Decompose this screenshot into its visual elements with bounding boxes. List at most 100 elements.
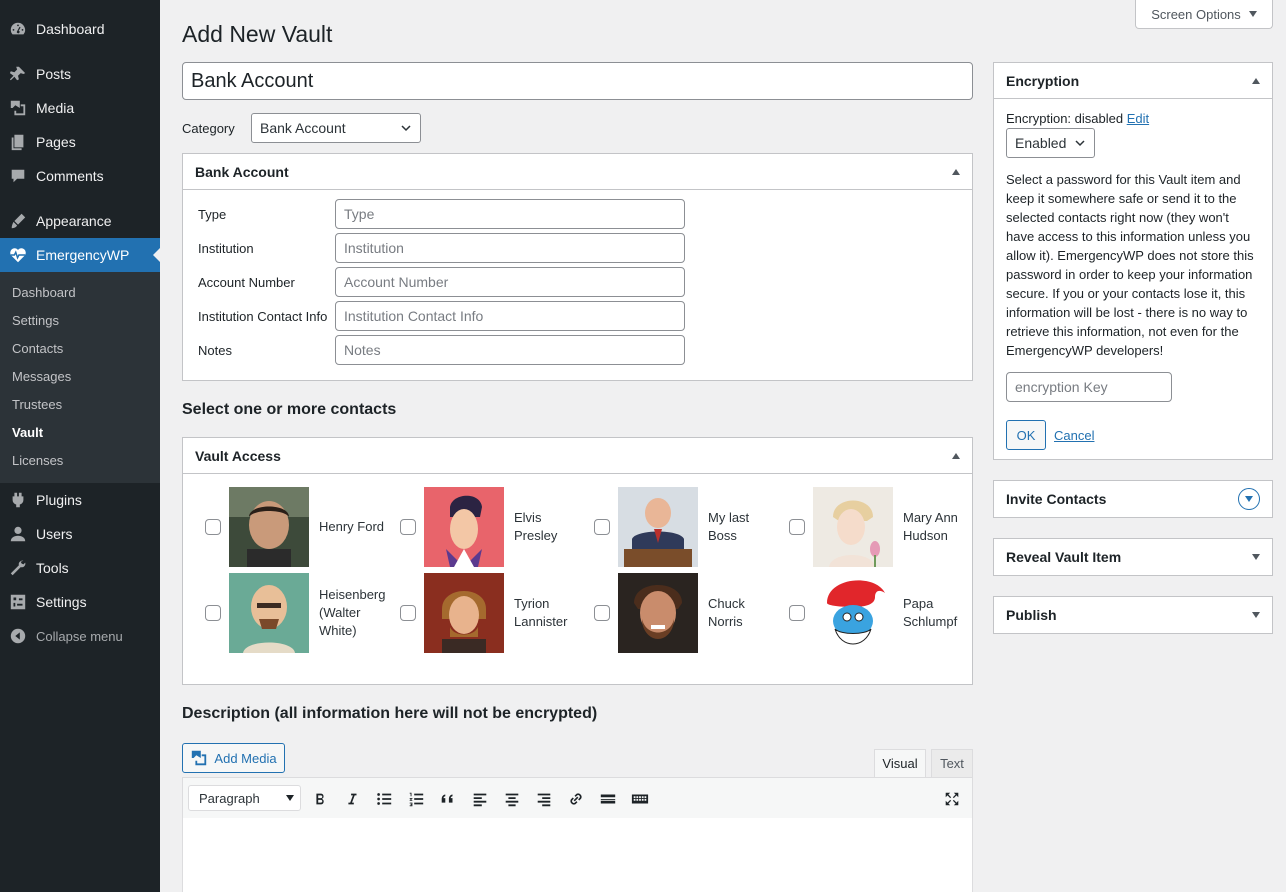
- submenu-item-contacts[interactable]: Contacts: [0, 335, 160, 363]
- encryption-select[interactable]: Enabled: [1006, 128, 1095, 158]
- align-right-button[interactable]: [534, 789, 554, 809]
- encryption-box-header[interactable]: Encryption: [994, 63, 1272, 99]
- sidebar-item-label: Posts: [36, 66, 72, 82]
- submenu-item-dashboard[interactable]: Dashboard: [0, 279, 160, 307]
- fullscreen-button[interactable]: [942, 789, 962, 809]
- sidebar-item-label: Users: [36, 526, 73, 542]
- align-left-button[interactable]: [470, 789, 490, 809]
- sidebar-item-emergencywp[interactable]: EmergencyWP: [0, 238, 161, 272]
- ok-button[interactable]: OK: [1006, 420, 1046, 450]
- bullet-list-button[interactable]: [374, 789, 394, 809]
- caret-down-icon[interactable]: [1252, 612, 1260, 618]
- sidebar-item-posts[interactable]: Posts: [0, 57, 160, 91]
- insert-link-button[interactable]: [566, 789, 586, 809]
- sidebar-item-settings[interactable]: Settings: [0, 585, 160, 619]
- sidebar-item-media[interactable]: Media: [0, 91, 160, 125]
- sidebar-item-dashboard[interactable]: Dashboard: [0, 12, 160, 46]
- title-input[interactable]: Bank Account: [182, 62, 973, 100]
- toggle-circle-icon[interactable]: [1238, 488, 1260, 510]
- submenu-item-trustees[interactable]: Trustees: [0, 391, 160, 419]
- avatar: [424, 573, 504, 653]
- cancel-link[interactable]: Cancel: [1054, 426, 1094, 445]
- contact-checkbox[interactable]: [594, 519, 610, 535]
- read-more-button[interactable]: [598, 789, 618, 809]
- sidebar-item-pages[interactable]: Pages: [0, 125, 160, 159]
- format-select[interactable]: Paragraph: [188, 785, 301, 811]
- contact-my-last-boss: My last Boss: [594, 487, 780, 567]
- contact-checkbox[interactable]: [400, 605, 416, 621]
- contacts-heading: Select one or more contacts: [182, 401, 397, 418]
- bank-account-box-header[interactable]: Bank Account: [183, 154, 972, 190]
- sidebar-item-comments[interactable]: Comments: [0, 159, 160, 193]
- reveal-vault-item-header[interactable]: Reveal Vault Item: [994, 539, 1272, 575]
- sidebar-item-tools[interactable]: Tools: [0, 551, 160, 585]
- notes-input[interactable]: Notes: [335, 335, 685, 365]
- screen-options-button[interactable]: Screen Options: [1135, 0, 1273, 29]
- box-title: Encryption: [1006, 72, 1080, 89]
- category-select[interactable]: Bank Account: [251, 113, 421, 143]
- italic-button[interactable]: [342, 789, 362, 809]
- blockquote-button[interactable]: [438, 789, 458, 809]
- align-center-button[interactable]: [502, 789, 522, 809]
- sidebar-item-plugins[interactable]: Plugins: [0, 483, 160, 517]
- add-media-button[interactable]: Add Media: [182, 743, 285, 773]
- submenu-item-vault[interactable]: Vault: [0, 419, 160, 447]
- encryption-box: Encryption Encryption: disabled Edit Ena…: [993, 62, 1273, 460]
- caret-up-icon[interactable]: [1252, 77, 1260, 84]
- contact-checkbox[interactable]: [789, 519, 805, 535]
- collapse-icon: [0, 627, 36, 645]
- caret-up-icon[interactable]: [952, 452, 960, 459]
- contact-checkbox[interactable]: [205, 519, 221, 535]
- institution-input[interactable]: Institution: [335, 233, 685, 263]
- invite-contacts-header[interactable]: Invite Contacts: [994, 481, 1272, 517]
- vault-access-box: Vault Access Henry Ford Elvis Presley My…: [182, 437, 973, 685]
- contact-checkbox[interactable]: [400, 519, 416, 535]
- contact-checkbox[interactable]: [789, 605, 805, 621]
- chevron-down-icon: [1075, 140, 1085, 147]
- sidebar-item-appearance[interactable]: Appearance: [0, 204, 160, 238]
- toolbar-toggle-button[interactable]: [630, 789, 650, 809]
- contact-name: Mary Ann Hudson: [903, 510, 958, 543]
- box-title: Invite Contacts: [1006, 491, 1107, 507]
- bold-button[interactable]: [310, 789, 330, 809]
- edit-encryption-link[interactable]: Edit: [1127, 111, 1149, 126]
- submenu-item-licenses[interactable]: Licenses: [0, 447, 160, 475]
- publish-header[interactable]: Publish: [994, 597, 1272, 633]
- account-number-input[interactable]: Account Number: [335, 267, 685, 297]
- pages-icon: [0, 133, 36, 151]
- contact-checkbox[interactable]: [594, 605, 610, 621]
- institution-contact-info-input[interactable]: Institution Contact Info: [335, 301, 685, 331]
- vault-access-box-header[interactable]: Vault Access: [183, 438, 972, 474]
- sidebar-item-label: Dashboard: [36, 21, 105, 37]
- contact-checkbox[interactable]: [205, 605, 221, 621]
- submenu-item-settings[interactable]: Settings: [0, 307, 160, 335]
- chevron-down-icon: [401, 125, 411, 132]
- wrench-icon: [0, 559, 36, 577]
- media-icon: [192, 750, 207, 766]
- publish-box: Publish: [993, 596, 1273, 634]
- brush-icon: [0, 212, 36, 230]
- field-label: Type: [198, 206, 227, 222]
- editor-content-area[interactable]: [182, 818, 973, 892]
- box-title: Bank Account: [195, 163, 289, 180]
- contact-name: Elvis Presley: [514, 510, 558, 543]
- avatar: [813, 573, 893, 653]
- contact-mary-ann-hudson: Mary Ann Hudson: [789, 487, 975, 567]
- bank-account-box: Bank Account Type Type Institution Insti…: [182, 153, 973, 381]
- type-input[interactable]: Type: [335, 199, 685, 229]
- sidebar-item-users[interactable]: Users: [0, 517, 160, 551]
- caret-down-icon[interactable]: [1252, 554, 1260, 560]
- description-heading: Description (all information here will n…: [182, 705, 598, 722]
- tab-text[interactable]: Text: [931, 749, 973, 778]
- contact-tyrion-lannister: Tyrion Lannister: [400, 573, 586, 653]
- submenu-item-messages[interactable]: Messages: [0, 363, 160, 391]
- contact-chuck-norris: Chuck Norris: [594, 573, 780, 653]
- contact-name: My last Boss: [708, 510, 750, 543]
- numbered-list-button[interactable]: [406, 789, 426, 809]
- caret-up-icon[interactable]: [952, 168, 960, 175]
- collapse-menu-button[interactable]: Collapse menu: [0, 619, 160, 653]
- page-title: Add New Vault: [182, 21, 333, 47]
- encryption-key-input[interactable]: encryption Key: [1006, 372, 1172, 402]
- invite-contacts-box: Invite Contacts: [993, 480, 1273, 518]
- tab-visual[interactable]: Visual: [874, 749, 926, 778]
